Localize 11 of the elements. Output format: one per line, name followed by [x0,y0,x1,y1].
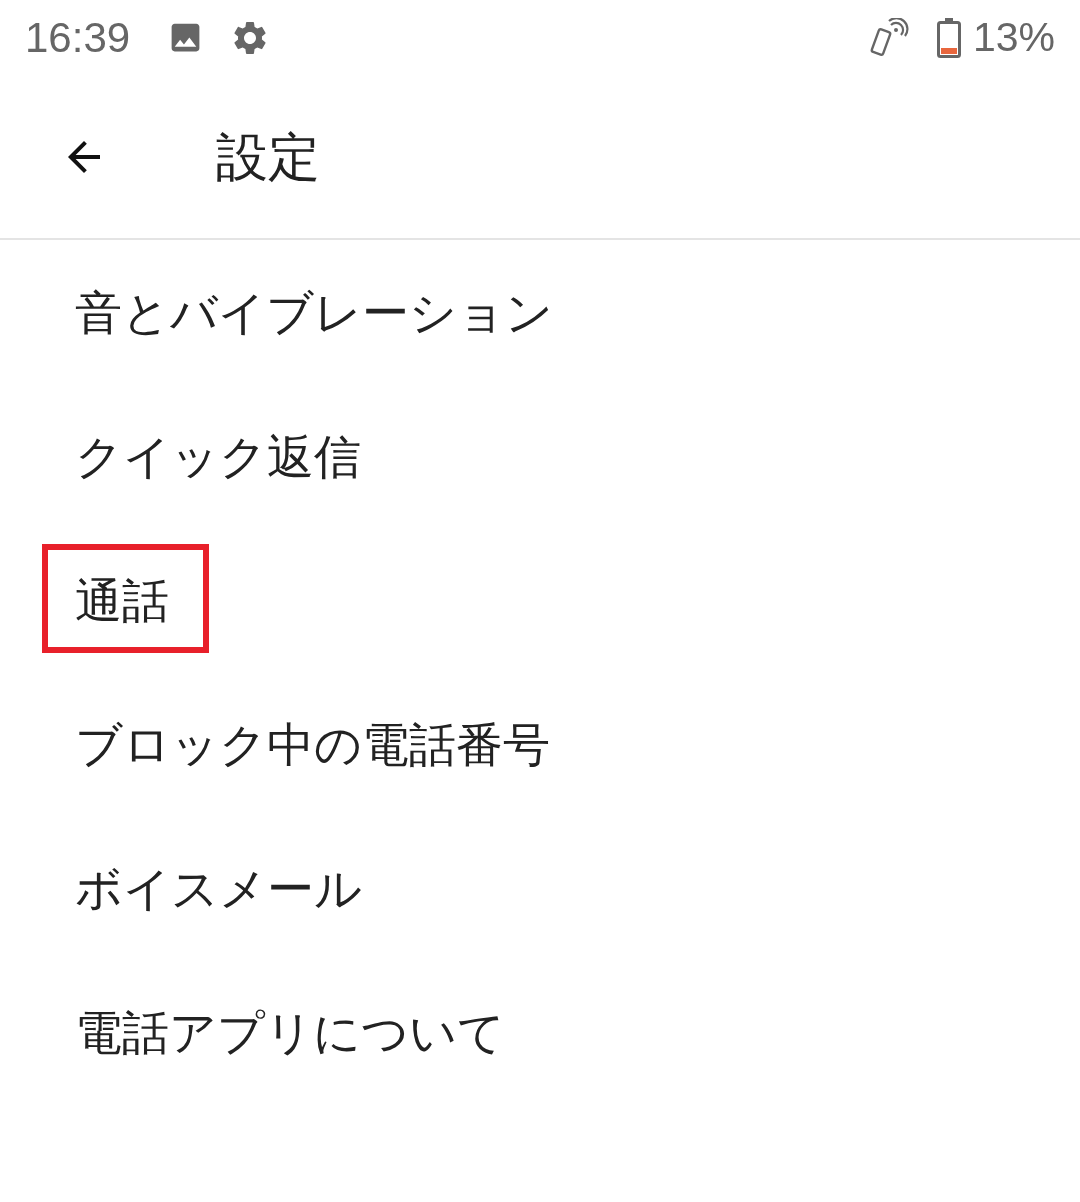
settings-menu-item[interactable]: 通話 [75,576,169,624]
settings-menu-item[interactable]: 電話アプリについて [75,1008,505,1056]
phone-waves-icon [868,17,909,58]
toolbar-title: 設定 [216,130,320,183]
settings-menu-item[interactable]: ボイスメール [75,864,362,912]
status-time: 16:39 [25,16,131,59]
battery-percentage: 13% [972,17,1055,58]
settings-menu-item[interactable]: 音とバイブレーション [75,288,553,336]
battery-icon [936,17,961,58]
settings-menu-item[interactable]: クイック返信 [75,432,361,480]
settings-menu-item[interactable]: ブロック中の電話番号 [75,720,550,768]
